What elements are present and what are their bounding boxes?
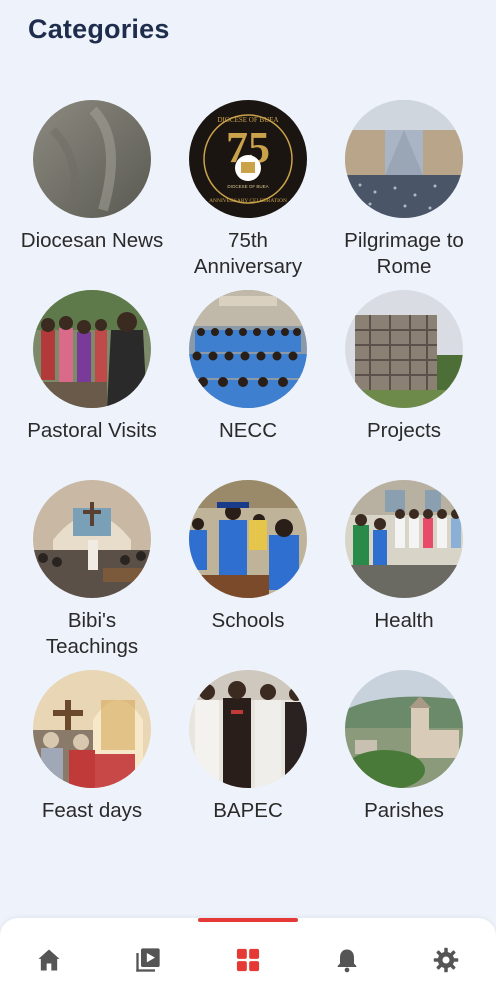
category-label: Pastoral Visits <box>27 419 157 442</box>
category-pastoral-visits[interactable]: Pastoral Visits <box>10 290 174 444</box>
nav-notifications[interactable] <box>327 944 367 976</box>
grid-icon <box>236 948 260 972</box>
category-thumbnail <box>33 100 151 218</box>
home-icon <box>38 949 60 971</box>
nav-videos[interactable] <box>128 944 168 976</box>
anniversary-logo-ring-bottom: ANNIVERSARY CELEBRATION <box>209 198 287 204</box>
nav-settings[interactable] <box>426 944 466 976</box>
category-health[interactable]: Health <box>322 480 486 634</box>
video-library-icon <box>136 948 160 972</box>
category-label: Health <box>374 609 434 632</box>
category-thumbnail <box>33 480 151 598</box>
category-thumbnail <box>345 290 463 408</box>
category-thumbnail <box>189 290 307 408</box>
category-thumbnail <box>33 670 151 788</box>
category-diocesan-news[interactable]: Diocesan News <box>10 100 174 254</box>
category-label: Schools <box>211 609 285 632</box>
category-label: Pilgrimage to Rome <box>344 229 464 278</box>
category-thumbnail <box>345 670 463 788</box>
anniversary-logo-ring-top: DIOCESE OF BUEA <box>217 116 278 124</box>
category-label: Parishes <box>364 799 444 822</box>
category-label: BAPEC <box>213 799 283 822</box>
category-schools[interactable]: Schools <box>166 480 330 634</box>
category-thumbnail <box>189 480 307 598</box>
nav-categories[interactable] <box>228 944 268 976</box>
category-thumbnail: 75 DIOCESE OF BUEA ANNIVERSARY CELEBRATI… <box>189 100 307 218</box>
active-tab-indicator <box>198 918 298 922</box>
category-pilgrimage-to-rome[interactable]: Pilgrimage to Rome <box>322 100 486 280</box>
category-thumbnail <box>345 480 463 598</box>
bell-icon <box>337 949 357 973</box>
anniversary-logo-inner-text: DIOCESE OF BUEA <box>227 184 268 189</box>
category-thumbnail <box>189 670 307 788</box>
category-label: 75th Anniversary <box>193 229 303 278</box>
gear-icon <box>433 947 459 973</box>
nav-home[interactable] <box>29 944 69 976</box>
bottom-nav <box>0 918 496 1000</box>
category-label: Projects <box>366 419 442 442</box>
category-parishes[interactable]: Parishes <box>322 670 486 824</box>
page-title: Categories <box>28 14 170 44</box>
category-label: Diocesan News <box>20 229 164 252</box>
category-necc[interactable]: NECC <box>166 290 330 444</box>
category-feast-days[interactable]: Feast days <box>10 670 174 824</box>
category-projects[interactable]: Projects <box>322 290 486 444</box>
category-thumbnail <box>345 100 463 218</box>
category-label: Feast days <box>41 799 143 822</box>
category-bapec[interactable]: BAPEC <box>166 670 330 824</box>
category-75th-anniversary[interactable]: 75 DIOCESE OF BUEA ANNIVERSARY CELEBRATI… <box>166 100 330 280</box>
category-label: NECC <box>218 419 278 442</box>
category-label: Bibi's Teachings <box>45 609 139 658</box>
category-thumbnail <box>33 290 151 408</box>
category-bibis-teachings[interactable]: Bibi's Teachings <box>10 480 174 660</box>
